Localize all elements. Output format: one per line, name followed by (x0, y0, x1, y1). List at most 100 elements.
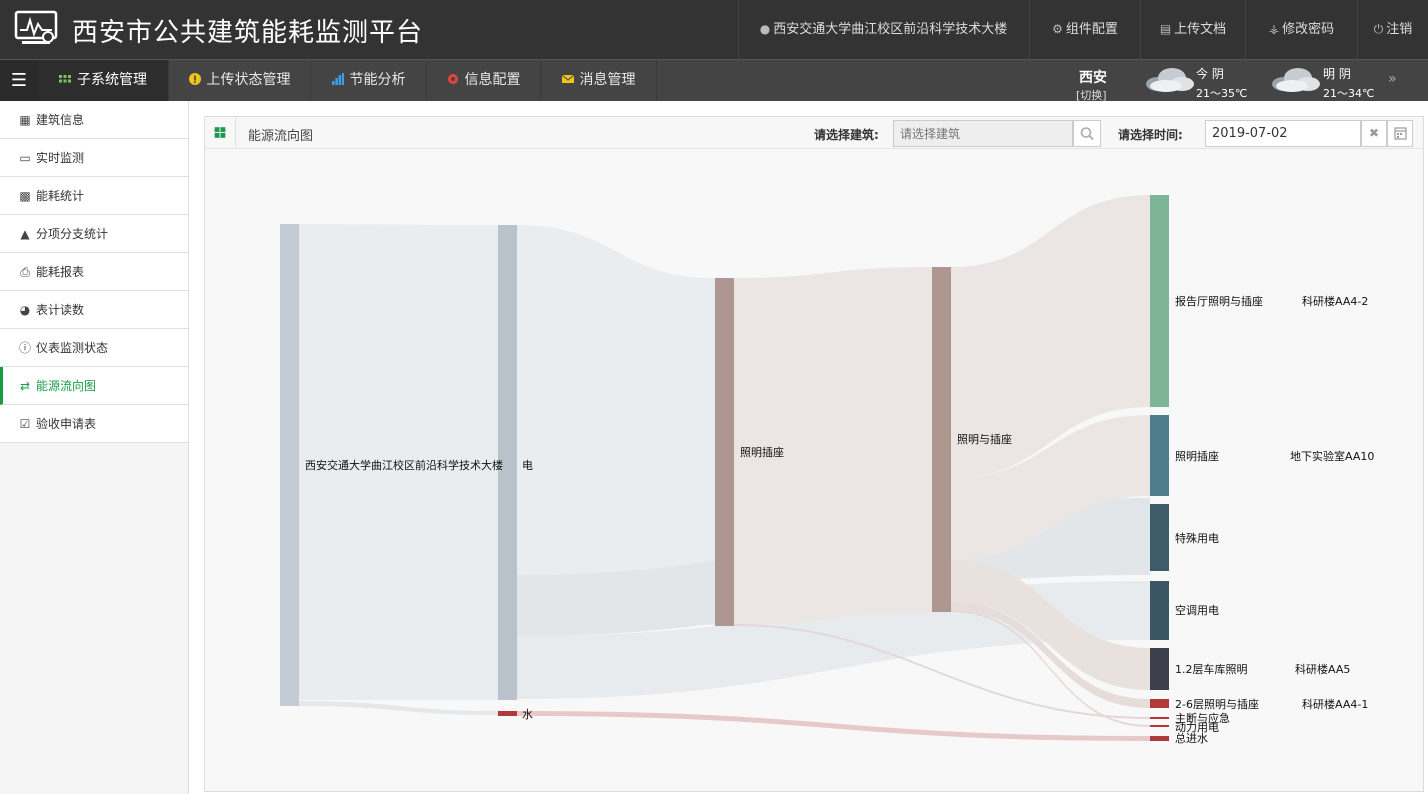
energy-flow-sankey: 西安交通大学曲江校区前沿科学技术大楼 电 水 照明插座 照明与插座 报告厅照明与… (280, 195, 1374, 745)
tab-subsystem[interactable]: 子系统管理 (38, 60, 169, 101)
widget-config-button[interactable]: ⚙ 组件配置 (1029, 0, 1140, 59)
city-switch-link[interactable]: [切换] (1076, 87, 1107, 103)
building-icon: ▦ (19, 113, 31, 127)
sidebar-item-report[interactable]: ⎙ 能耗报表 (0, 253, 188, 291)
node-label: 照明插座 (740, 445, 784, 459)
sidebar-item-label: 表计读数 (36, 303, 85, 317)
node-lecture-hall[interactable] (1150, 195, 1169, 407)
clear-date-button[interactable]: ✖ (1361, 120, 1387, 147)
sidebar-item-label: 建筑信息 (36, 113, 85, 127)
weather-widget: 西安 [切换] 今 阴 21～35℃ 明 阴 21～34℃ » (1070, 60, 1428, 103)
node-special-power[interactable] (1150, 504, 1169, 571)
node-garage-lighting[interactable] (1150, 648, 1169, 690)
building-name: 西安交通大学曲江校区前沿科学技术大楼 (773, 22, 1008, 37)
node-main-breaker[interactable] (1150, 717, 1169, 719)
sidebar: ▦ 建筑信息 ▭ 实时监测 ▩ 能耗统计 ▲ 分项分支统计 ⎙ 能耗报表 ◕ 表计读数 ⓘ 仪… (0, 101, 189, 794)
node-floors-2-6[interactable] (1150, 699, 1169, 708)
current-building[interactable]: ● 西安交通大学曲江校区前沿科学技术大楼 (738, 0, 1028, 59)
tab-label: 消息管理 (579, 72, 636, 88)
node-basement-lab[interactable] (1150, 415, 1169, 496)
book-icon: ▤ (1159, 22, 1172, 36)
bar-chart-icon: ▩ (19, 189, 31, 203)
node-motor-power[interactable] (1150, 725, 1169, 727)
tomorrow-temp: 21～34℃ (1323, 87, 1375, 100)
cloudy-icon (1146, 68, 1194, 92)
node-label: 照明与插座 (957, 432, 1012, 446)
checkbox-icon: ☑ (19, 417, 31, 431)
sidebar-item-acceptance[interactable]: ☑ 验收申请表 (0, 405, 188, 443)
node-water[interactable] (498, 711, 517, 716)
upload-doc-button[interactable]: ▤ 上传文档 (1140, 0, 1245, 59)
sidebar-item-building-info[interactable]: ▦ 建筑信息 (0, 101, 188, 139)
tab-info-config[interactable]: 信息配置 (427, 60, 541, 101)
node-label: 电 (522, 459, 533, 472)
node-hvac-power[interactable] (1150, 581, 1169, 640)
app-title: 西安市公共建筑能耗监测平台 (72, 18, 424, 48)
energy-flow-panel: 能源流向图 请选择建筑: 请选择时间: ✖ (204, 116, 1424, 792)
tab-label: 信息配置 (464, 72, 521, 88)
date-input[interactable] (1205, 120, 1361, 147)
sitemap-icon: ▲ (20, 227, 30, 241)
upload-doc-label: 上传文档 (1174, 22, 1227, 37)
tab-label: 上传状态管理 (206, 72, 291, 88)
menu-toggle-button[interactable]: ☰ (0, 60, 38, 101)
gear-icon (447, 74, 458, 84)
sidebar-item-meter-status[interactable]: ⓘ 仪表监测状态 (0, 329, 188, 367)
date-select-label: 请选择时间: (1118, 128, 1183, 142)
shuffle-icon: ⇄ (19, 379, 31, 393)
tab-upload-status[interactable]: 上传状态管理 (169, 60, 311, 101)
user-icon: ● (759, 22, 771, 36)
grid-icon (59, 75, 71, 83)
panel-header: 能源流向图 请选择建筑: 请选择时间: ✖ (205, 117, 1423, 149)
weather-city: 西安 (1079, 70, 1107, 86)
tab-label: 子系统管理 (77, 72, 147, 88)
bar-chart-icon (331, 73, 344, 85)
tab-message[interactable]: 消息管理 (541, 60, 657, 101)
close-icon: ✖ (1368, 126, 1380, 140)
search-button[interactable] (1073, 120, 1101, 147)
today-weather: 今 阴 (1196, 67, 1224, 81)
widget-config-label: 组件配置 (1065, 22, 1118, 37)
chevron-right-icon[interactable]: » (1388, 71, 1397, 87)
key-icon: ⚶ (1268, 22, 1280, 36)
node-sublabel: 科研楼AA5 (1295, 662, 1350, 676)
node-lighting-socket[interactable] (715, 278, 734, 626)
monitor-logo-icon (14, 10, 58, 44)
sidebar-item-label: 分项分支统计 (36, 227, 109, 241)
gear-icon: ⚙ (1052, 22, 1063, 36)
building-select-label: 请选择建筑: (814, 128, 879, 142)
sidebar-item-label: 能源流向图 (36, 379, 97, 393)
dashboard-icon: ◕ (19, 303, 31, 317)
calendar-button[interactable] (1387, 120, 1413, 147)
cloudy-icon (1272, 68, 1320, 92)
tab-label: 节能分析 (349, 72, 406, 88)
node-label: 照明插座 (1175, 449, 1219, 463)
grid-icon (214, 117, 236, 148)
node-water-inlet[interactable] (1150, 736, 1169, 741)
sidebar-item-energy-flow[interactable]: ⇄ 能源流向图 (0, 367, 188, 405)
top-header: 西安市公共建筑能耗监测平台 ● 西安交通大学曲江校区前沿科学技术大楼 ⚙ 组件配置 … (0, 0, 1428, 59)
node-sublabel: 科研楼AA4-1 (1302, 697, 1368, 711)
change-password-button[interactable]: ⚶ 修改密码 (1245, 0, 1357, 59)
building-select-input[interactable] (893, 120, 1073, 147)
calendar-icon (1394, 127, 1407, 140)
hamburger-icon: ☰ (10, 70, 28, 91)
panel-title: 能源流向图 (248, 129, 314, 144)
sidebar-item-energy-stats[interactable]: ▩ 能耗统计 (0, 177, 188, 215)
node-sublabel: 地下实验室AA10 (1290, 449, 1374, 463)
tab-energy-analysis[interactable]: 节能分析 (311, 60, 427, 101)
node-label: 1.2层车库照明 (1175, 662, 1248, 676)
sidebar-item-branch-stats[interactable]: ▲ 分项分支统计 (0, 215, 188, 253)
logout-button[interactable]: ⏻ 注销 (1357, 0, 1428, 59)
link-water-t9 (517, 711, 1150, 741)
sidebar-item-meter-reading[interactable]: ◕ 表计读数 (0, 291, 188, 329)
sidebar-item-realtime[interactable]: ▭ 实时监测 (0, 139, 188, 177)
laptop-icon: ▭ (19, 151, 31, 165)
info-icon: ⓘ (18, 341, 31, 355)
node-lighting-and-socket[interactable] (932, 267, 951, 612)
logout-label: 注销 (1386, 22, 1413, 37)
sidebar-item-label: 能耗统计 (36, 189, 85, 203)
today-temp: 21～35℃ (1196, 87, 1248, 100)
sidebar-item-label: 仪表监测状态 (36, 341, 109, 355)
node-root[interactable] (280, 224, 299, 706)
